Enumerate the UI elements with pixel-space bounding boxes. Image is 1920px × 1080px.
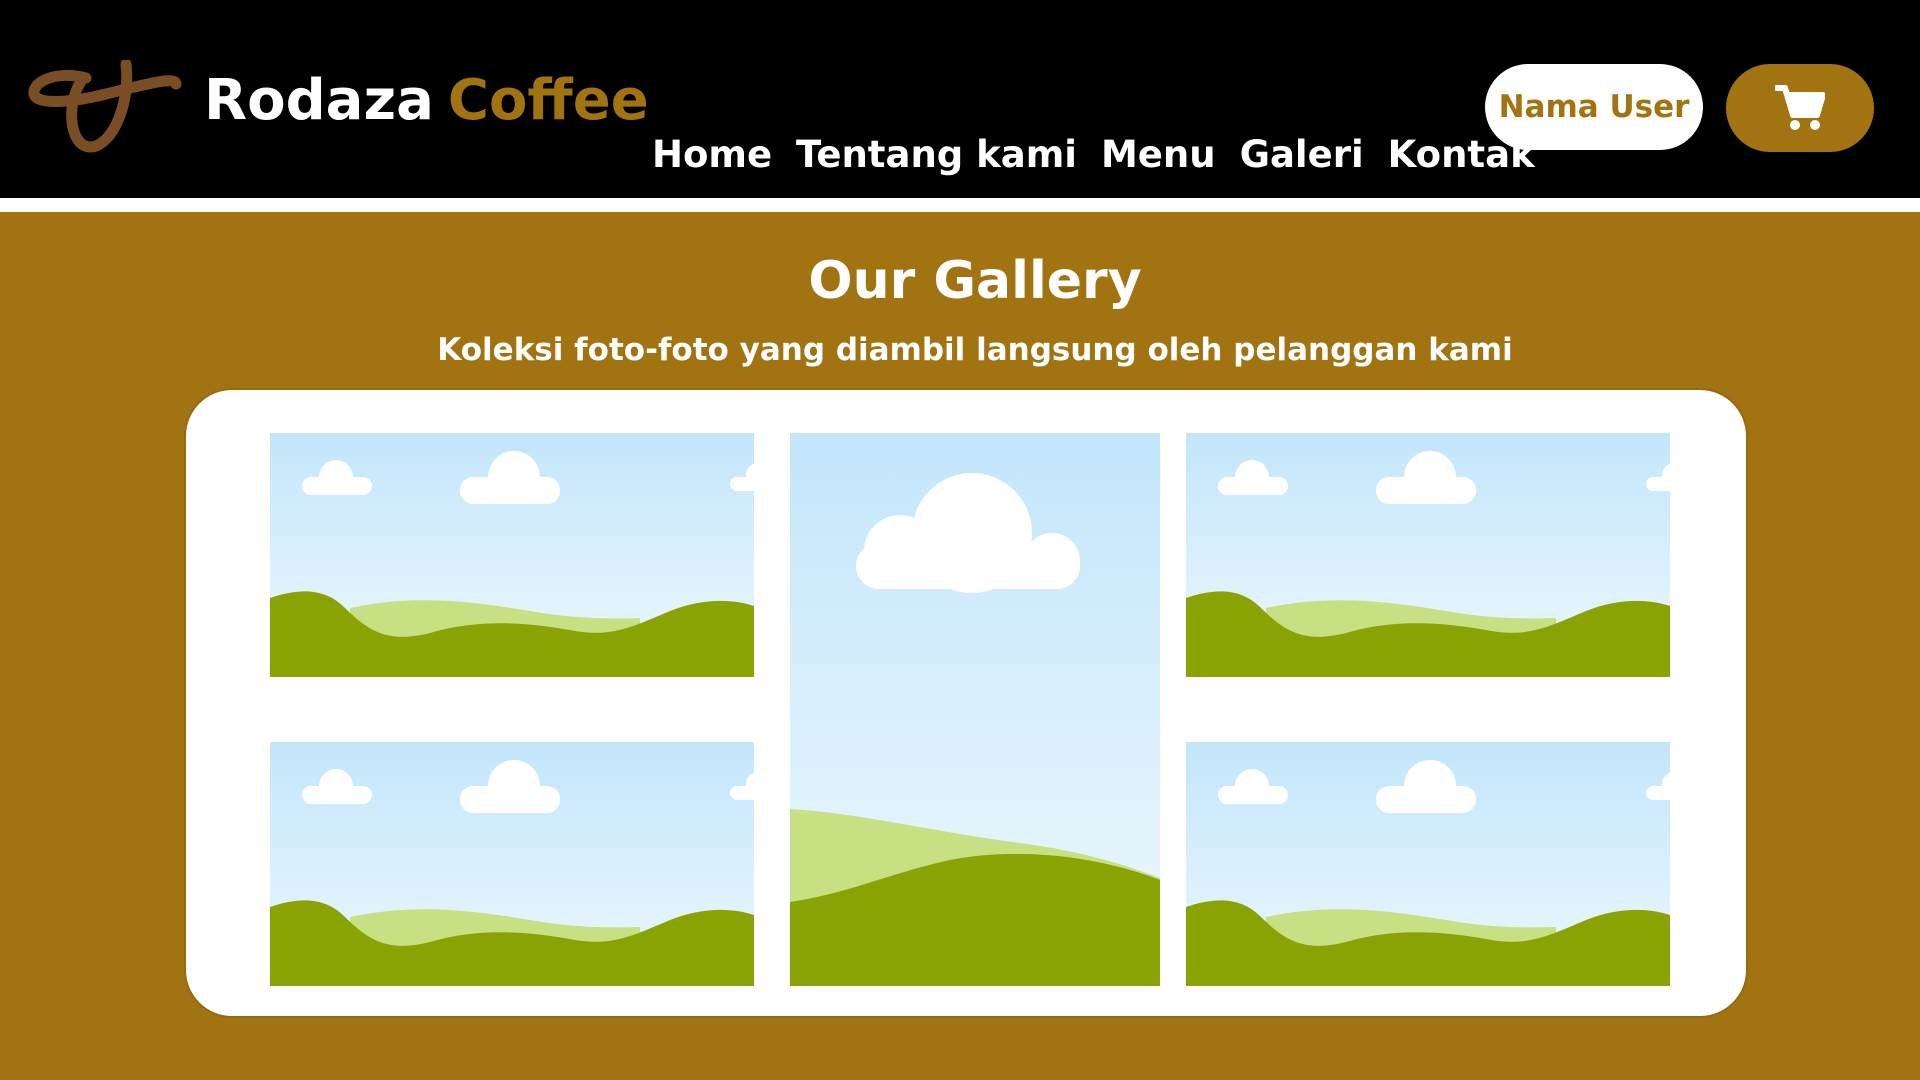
gallery-panel: [186, 390, 1746, 1016]
gallery-title: Our Gallery: [808, 251, 1142, 311]
gallery-photo-2[interactable]: [790, 433, 1160, 986]
user-account-button[interactable]: Nama User: [1485, 64, 1703, 150]
gallery-photo-3[interactable]: [1186, 433, 1670, 677]
landscape-placeholder-icon: [270, 433, 754, 677]
brand-name[interactable]: Rodaza Coffee: [204, 66, 649, 136]
gallery-photo-4[interactable]: [270, 742, 754, 986]
brand-name-part-2: Coffee: [447, 68, 649, 133]
navbar-divider: [0, 198, 1920, 212]
nav-link-galeri[interactable]: Galeri: [1240, 132, 1364, 178]
gallery-photo-5[interactable]: [1186, 742, 1670, 986]
landscape-placeholder-icon: [270, 742, 754, 986]
landscape-placeholder-icon: [790, 433, 1160, 986]
nav-link-menu[interactable]: Menu: [1101, 132, 1216, 178]
nav-link-tentang-kami[interactable]: Tentang kami: [796, 132, 1077, 178]
navbar: Rodaza Coffee Home Tentang kami Menu Gale…: [0, 0, 1920, 198]
landscape-placeholder-icon: [1186, 742, 1670, 986]
cart-button[interactable]: [1726, 64, 1874, 152]
shopping-cart-icon: [1774, 83, 1826, 134]
nav-link-home[interactable]: Home: [652, 132, 772, 178]
landscape-placeholder-icon: [1186, 433, 1670, 677]
brand-logo-icon[interactable]: [26, 58, 186, 156]
main-nav: Home Tentang kami Menu Galeri Kontak: [652, 132, 1535, 178]
brand-name-part-1: Rodaza: [204, 68, 434, 133]
gallery-photo-1[interactable]: [270, 433, 754, 677]
gallery-subtitle: Koleksi foto-foto yang diambil langsung …: [437, 332, 1513, 368]
